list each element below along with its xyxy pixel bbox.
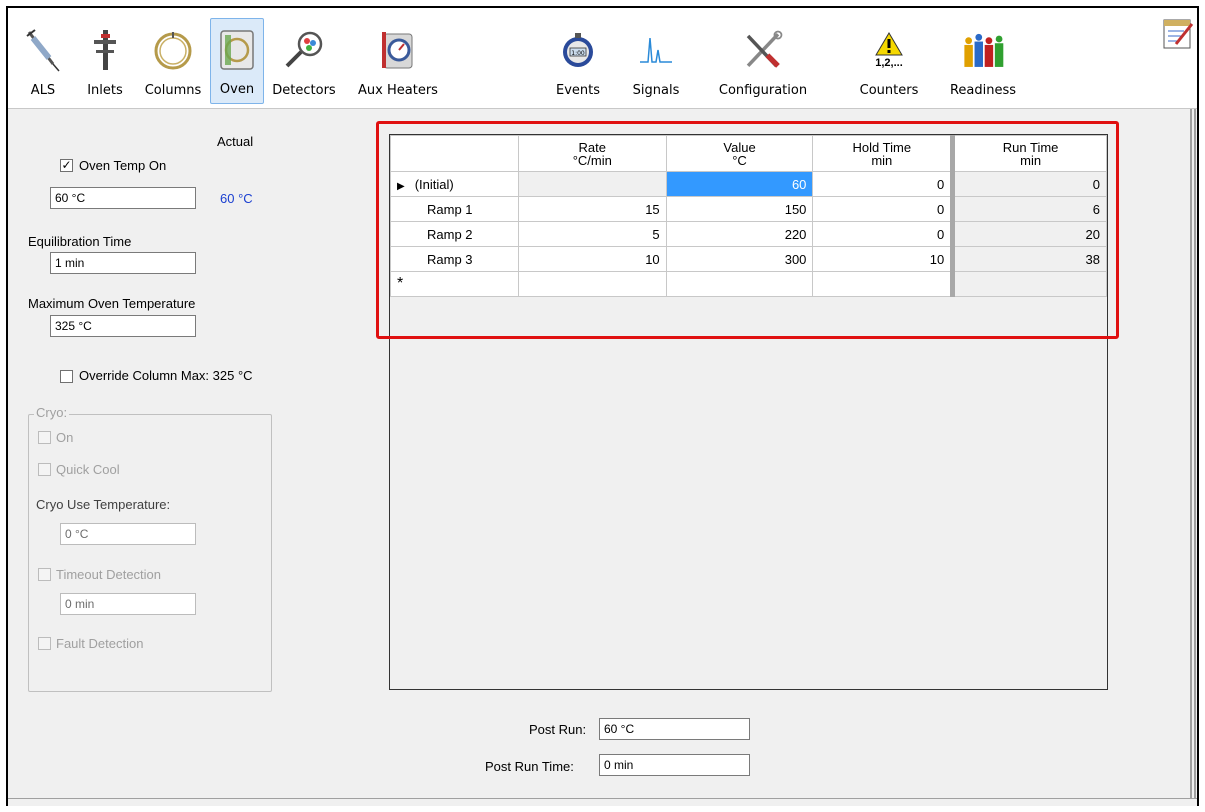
timeout-detection-checkbox[interactable] bbox=[38, 568, 51, 581]
value-cell[interactable]: 150 bbox=[665, 196, 814, 222]
post-run-time-label: Post Run Time: bbox=[485, 759, 574, 774]
column-header-value[interactable]: Value °C bbox=[665, 135, 814, 172]
max-oven-temp-input[interactable]: 325 °C bbox=[50, 315, 196, 337]
column-header-hold-time[interactable]: Hold Time min bbox=[812, 135, 954, 172]
toolbar-counters-button[interactable]: 1,2,... Counters bbox=[854, 18, 924, 104]
rate-cell[interactable] bbox=[517, 171, 667, 197]
warning-counter-icon: 1,2,... bbox=[867, 27, 911, 73]
timeout-detection-input[interactable]: 0 min bbox=[60, 593, 196, 615]
new-hold-time-cell[interactable] bbox=[812, 271, 954, 297]
fault-detection-label: Fault Detection bbox=[56, 636, 144, 651]
people-icon bbox=[961, 27, 1005, 73]
rate-cell[interactable]: 15 bbox=[517, 196, 667, 222]
post-run-input[interactable]: 60 °C bbox=[599, 718, 750, 740]
panel-right-border bbox=[1190, 109, 1192, 798]
hold-time-cell[interactable]: 0 bbox=[812, 171, 954, 197]
actual-header: Actual bbox=[217, 134, 254, 149]
equilibration-time-label: Equilibration Time bbox=[28, 234, 132, 249]
row-header-ramp-2[interactable]: Ramp 2 bbox=[390, 221, 519, 247]
status-bar bbox=[8, 798, 1197, 806]
row-header-initial[interactable]: ▶ (Initial) bbox=[390, 171, 519, 197]
new-row-asterisk-icon[interactable]: * bbox=[390, 271, 519, 297]
counter-sequence-text: 1,2,... bbox=[875, 57, 903, 69]
rate-cell[interactable]: 10 bbox=[517, 246, 667, 272]
timeout-detection-label: Timeout Detection bbox=[56, 567, 162, 582]
post-run-time-input[interactable]: 0 min bbox=[599, 754, 750, 776]
override-column-max-label: Override Column Max: 325 °C bbox=[79, 368, 253, 383]
table-header-row: Rate °C/min Value °C Hold Time min Run Time… bbox=[390, 135, 1107, 172]
toolbar-readiness-button[interactable]: Readiness bbox=[940, 18, 1026, 104]
toolbar: ALS Inlets Columns Oven Detectors Aux He… bbox=[8, 8, 1197, 109]
override-column-max-checkbox[interactable] bbox=[60, 370, 73, 383]
oven-icon bbox=[215, 26, 259, 72]
toolbar-detectors-button[interactable]: Detectors bbox=[266, 18, 342, 104]
panel-right-border-outer bbox=[1194, 109, 1196, 798]
oven-temp-setpoint-input[interactable]: 60 °C bbox=[50, 187, 196, 209]
equilibration-time-input[interactable]: 1 min bbox=[50, 252, 196, 274]
toolbar-aux-heaters-button[interactable]: Aux Heaters bbox=[348, 18, 448, 104]
hold-time-cell[interactable]: 10 bbox=[812, 246, 954, 272]
toolbar-inlets-button[interactable]: Inlets bbox=[78, 18, 132, 104]
hold-time-cell[interactable]: 0 bbox=[812, 221, 954, 247]
signal-peak-icon bbox=[634, 27, 678, 73]
current-row-arrow-icon: ▶ bbox=[397, 180, 405, 192]
new-run-time-cell bbox=[950, 271, 1107, 297]
thermometer-gauge-icon bbox=[376, 27, 420, 73]
inlet-icon bbox=[83, 27, 127, 73]
oven-temp-on-label: Oven Temp On bbox=[79, 158, 167, 173]
row-header-ramp-1[interactable]: Ramp 1 bbox=[390, 196, 519, 222]
oven-temp-on-checkbox[interactable]: ✓ bbox=[60, 159, 73, 172]
notepad-edit-icon bbox=[1163, 19, 1194, 49]
toolbar-columns-button[interactable]: Columns bbox=[138, 18, 208, 104]
row-header-corner bbox=[390, 135, 519, 172]
tools-icon bbox=[741, 27, 785, 73]
cryo-use-temp-label: Cryo Use Temperature: bbox=[36, 497, 171, 512]
table-row[interactable]: Ramp 3 10 300 10 38 bbox=[390, 246, 1107, 272]
toolbar-configuration-button[interactable]: Configuration bbox=[708, 18, 818, 104]
post-run-label: Post Run: bbox=[529, 722, 587, 737]
value-cell[interactable]: 220 bbox=[665, 221, 814, 247]
table-row[interactable]: ▶ (Initial) 60 0 0 bbox=[390, 171, 1107, 197]
run-time-cell: 20 bbox=[950, 221, 1107, 247]
run-time-cell: 38 bbox=[950, 246, 1107, 272]
stopwatch-icon: 1:00 bbox=[556, 27, 600, 73]
table-new-row[interactable]: * bbox=[390, 271, 1107, 297]
als-syringe-icon bbox=[21, 27, 65, 73]
new-value-cell[interactable] bbox=[665, 271, 814, 297]
svg-text:1:00: 1:00 bbox=[571, 50, 585, 57]
oven-temp-actual-value: 60 °C bbox=[220, 191, 253, 206]
rate-cell[interactable]: 5 bbox=[517, 221, 667, 247]
detector-magnifier-icon bbox=[282, 27, 326, 73]
run-time-cell: 0 bbox=[950, 171, 1107, 197]
cryo-on-checkbox[interactable] bbox=[38, 431, 51, 444]
oven-settings-panel: Actual ✓ Oven Temp On 60 °C 60 °C Equili… bbox=[8, 109, 1197, 806]
notepad-edit-button[interactable] bbox=[1162, 18, 1194, 50]
toolbar-als-button[interactable]: ALS bbox=[18, 18, 68, 104]
run-time-cell: 6 bbox=[950, 196, 1107, 222]
table-row[interactable]: Ramp 2 5 220 0 20 bbox=[390, 221, 1107, 247]
app-window: ALS Inlets Columns Oven Detectors Aux He… bbox=[6, 6, 1199, 806]
quick-cool-checkbox[interactable] bbox=[38, 463, 51, 476]
new-rate-cell[interactable] bbox=[517, 271, 667, 297]
cryo-on-label: On bbox=[56, 430, 74, 445]
value-cell[interactable]: 300 bbox=[665, 246, 814, 272]
table-row[interactable]: Ramp 1 15 150 0 6 bbox=[390, 196, 1107, 222]
oven-ramp-table-container: Rate °C/min Value °C Hold Time min Run Time… bbox=[389, 134, 1108, 690]
column-coil-icon bbox=[151, 27, 195, 73]
row-header-ramp-3[interactable]: Ramp 3 bbox=[390, 246, 519, 272]
oven-ramp-table: Rate °C/min Value °C Hold Time min Run Time… bbox=[390, 135, 1107, 297]
toolbar-events-button[interactable]: 1:00 Events bbox=[550, 18, 606, 104]
toolbar-signals-button[interactable]: Signals bbox=[630, 18, 682, 104]
cryo-group-title: Cryo: bbox=[34, 405, 70, 420]
quick-cool-label: Quick Cool bbox=[56, 462, 120, 477]
toolbar-oven-button[interactable]: Oven bbox=[210, 18, 264, 104]
value-cell[interactable]: 60 bbox=[665, 171, 814, 197]
fault-detection-checkbox[interactable] bbox=[38, 637, 51, 650]
column-header-rate[interactable]: Rate °C/min bbox=[517, 135, 667, 172]
max-oven-temp-label: Maximum Oven Temperature bbox=[28, 296, 196, 311]
column-header-run-time[interactable]: Run Time min bbox=[950, 135, 1107, 172]
hold-time-cell[interactable]: 0 bbox=[812, 196, 954, 222]
cryo-use-temp-input[interactable]: 0 °C bbox=[60, 523, 196, 545]
